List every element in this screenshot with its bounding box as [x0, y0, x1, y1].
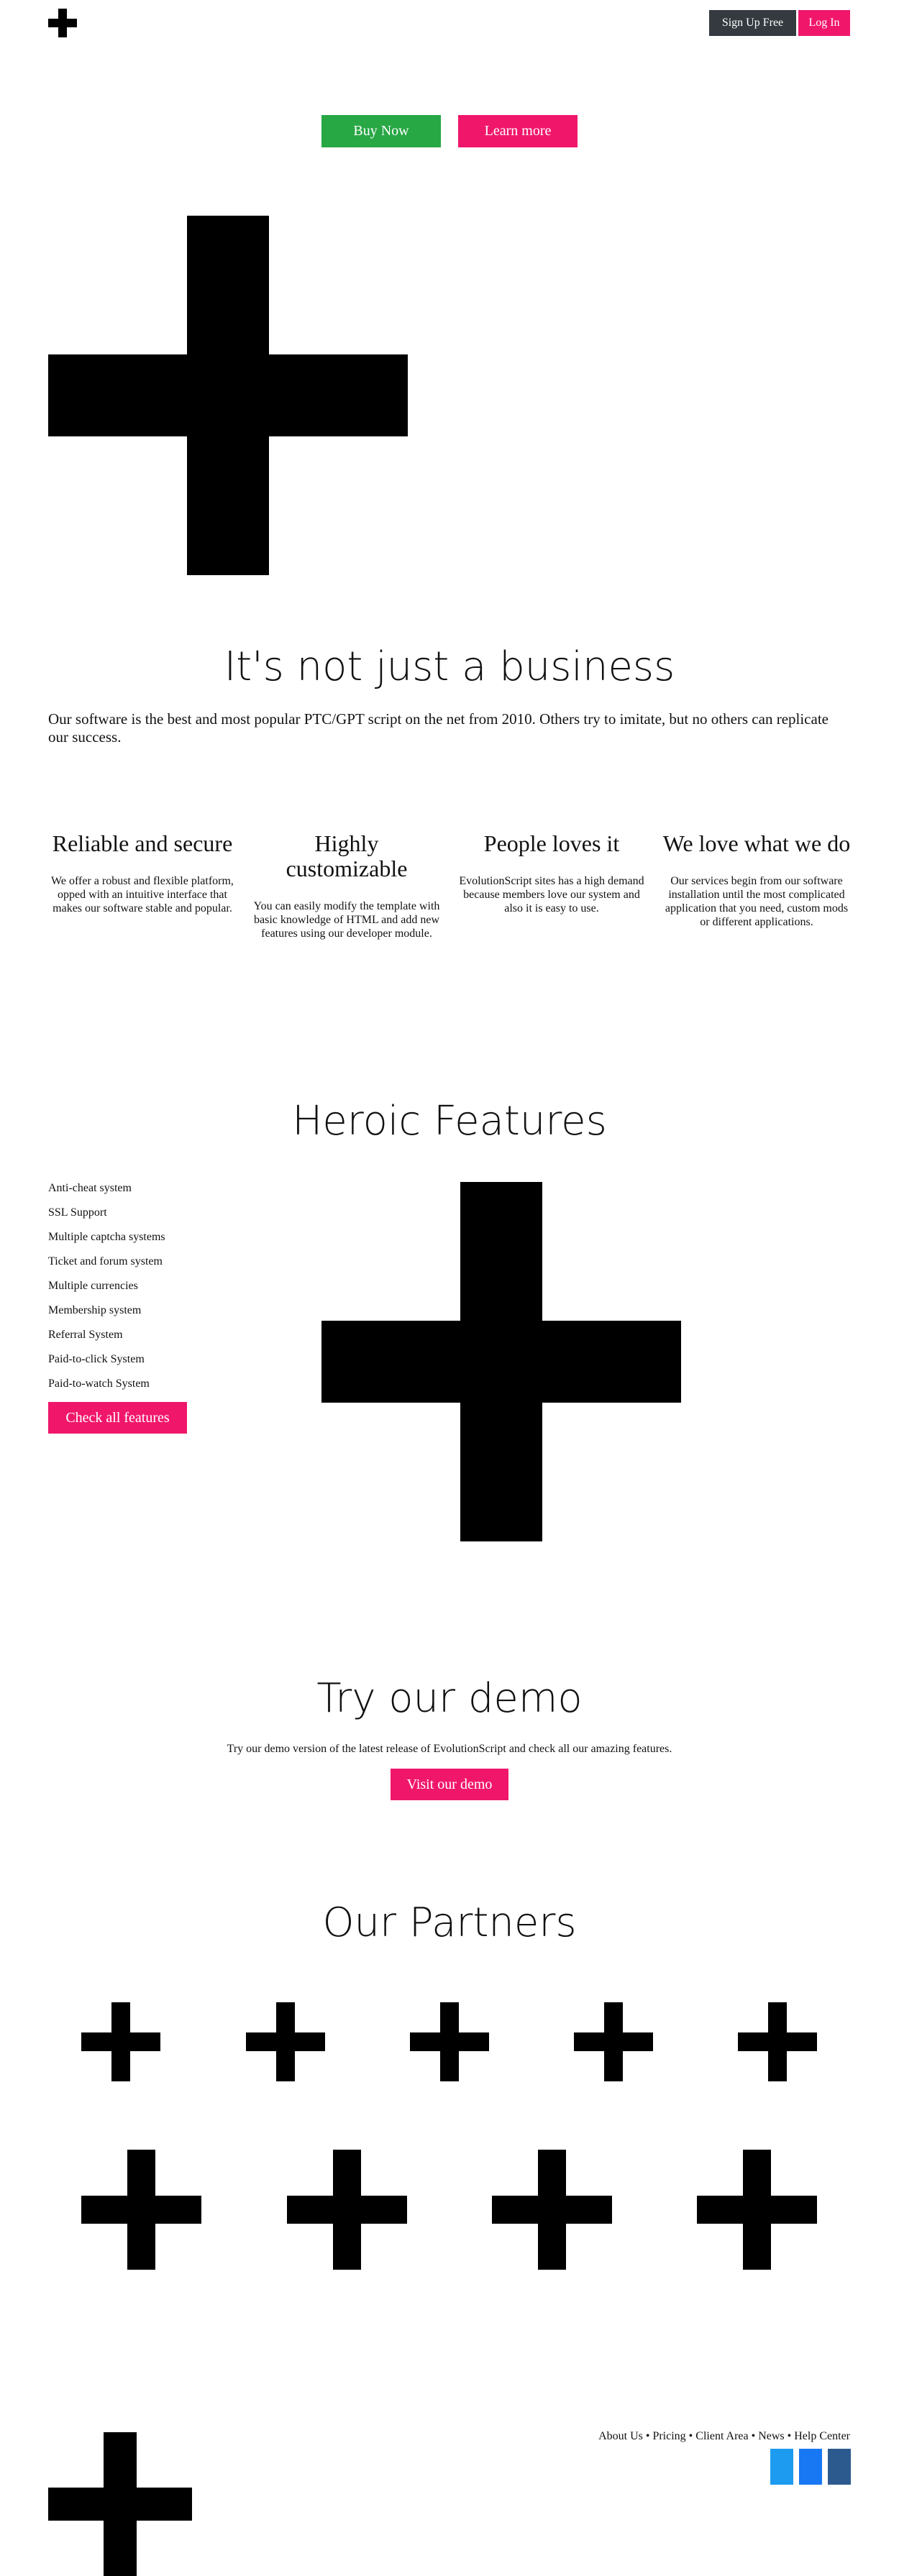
- footer-separator: •: [642, 2430, 653, 2442]
- partner-logo-icon[interactable]: [410, 2002, 489, 2081]
- feature-title: Reliable and secure: [52, 830, 233, 856]
- footer-link-news[interactable]: News: [758, 2430, 784, 2442]
- feature-customizable: Highly customizable You can easily modif…: [252, 830, 441, 941]
- buy-now-button[interactable]: Buy Now: [321, 115, 441, 147]
- partner-logo-icon[interactable]: [246, 2002, 325, 2081]
- linkedin-icon[interactable]: [828, 2449, 851, 2485]
- footer-link-help[interactable]: Help Center: [794, 2430, 850, 2442]
- partner-logo-icon[interactable]: [81, 2150, 201, 2270]
- partners-title: Our Partners: [322, 1899, 577, 1946]
- partner-logo-icon[interactable]: [574, 2002, 653, 2081]
- feature-text: Our services begin from our software ins…: [665, 875, 849, 928]
- features-plus-image: [321, 1182, 681, 1541]
- feature-reliable: Reliable and secure We offer a robust an…: [48, 830, 237, 916]
- business-text: Our software is the best and most popula…: [48, 710, 829, 746]
- footer-separator: •: [748, 2430, 759, 2442]
- logo-icon[interactable]: [48, 9, 77, 37]
- footer-separator: •: [685, 2430, 696, 2442]
- partner-logo-icon[interactable]: [81, 2002, 160, 2081]
- feature-text: You can easily modify the template with …: [253, 900, 440, 940]
- partner-logo-icon[interactable]: [697, 2150, 817, 2270]
- list-item: Ticket and forum system: [48, 1255, 163, 1268]
- business-title: It's not just a business: [224, 643, 675, 690]
- footer-separator: •: [784, 2430, 795, 2442]
- list-item: Paid-to-watch System: [48, 1378, 150, 1390]
- visit-demo-button[interactable]: Visit our demo: [391, 1769, 508, 1800]
- list-item: Multiple captcha systems: [48, 1231, 165, 1243]
- footer-logo-icon[interactable]: [48, 2432, 192, 2576]
- feature-text: EvolutionScript sites has a high demand …: [459, 875, 644, 915]
- facebook-icon[interactable]: [799, 2449, 822, 2485]
- list-item: Anti-cheat system: [48, 1182, 132, 1194]
- feature-title: We love what we do: [662, 830, 851, 856]
- feature-title: Highly customizable: [286, 830, 408, 882]
- demo-title: Try our demo: [316, 1675, 583, 1722]
- footer-link-pricing[interactable]: Pricing: [652, 2430, 685, 2442]
- list-item: Multiple currencies: [48, 1280, 138, 1292]
- list-item: SSL Support: [48, 1206, 107, 1219]
- feature-title: People loves it: [483, 830, 620, 856]
- footer-link-client-area[interactable]: Client Area: [695, 2430, 748, 2442]
- check-features-button[interactable]: Check all features: [48, 1402, 187, 1434]
- heroic-title: Heroic Features: [292, 1098, 607, 1145]
- feature-people: People loves it EvolutionScript sites ha…: [457, 830, 646, 916]
- hero-plus-image: [48, 216, 408, 575]
- footer-nav: About Us • Pricing • Client Area • News …: [598, 2430, 850, 2443]
- list-item: Membership system: [48, 1304, 142, 1316]
- learn-more-button[interactable]: Learn more: [458, 115, 578, 147]
- partner-logo-icon[interactable]: [738, 2002, 817, 2081]
- list-item: Paid-to-click System: [48, 1353, 145, 1365]
- partner-logo-icon[interactable]: [287, 2150, 407, 2270]
- feature-text: We offer a robust and flexible platform,…: [51, 875, 234, 915]
- signup-button[interactable]: Sign Up Free: [709, 10, 796, 36]
- partner-logo-icon[interactable]: [492, 2150, 612, 2270]
- feature-love: We love what we do Our services begin fr…: [662, 830, 851, 930]
- list-item: Referral System: [48, 1329, 123, 1341]
- footer-link-about[interactable]: About Us: [598, 2430, 643, 2442]
- demo-text: Try our demo version of the latest relea…: [227, 1743, 672, 1755]
- feature-list: Anti-cheat system SSL Support Multiple c…: [48, 1176, 264, 1396]
- twitter-icon[interactable]: [770, 2449, 793, 2485]
- login-button[interactable]: Log In: [798, 10, 850, 36]
